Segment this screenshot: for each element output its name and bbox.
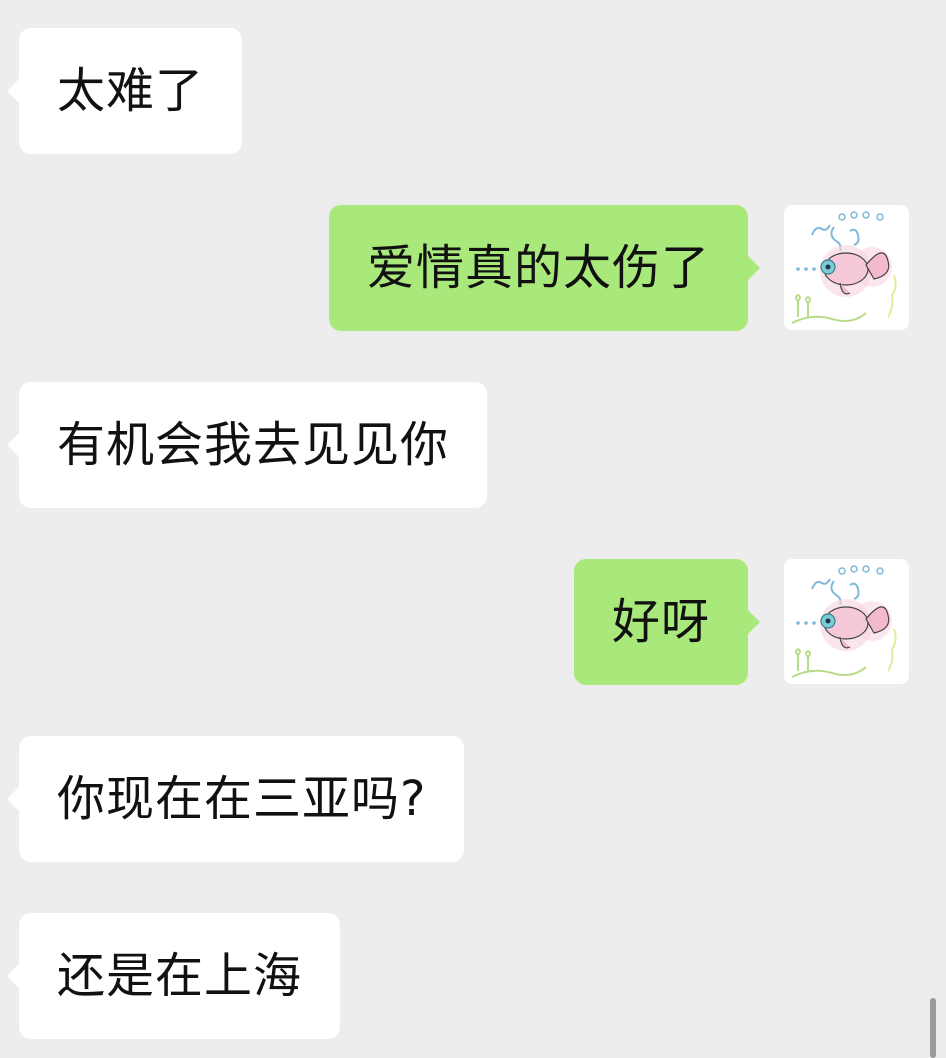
- incoming-bubble[interactable]: 太难了: [7, 28, 243, 154]
- message-text: 爱情真的太伤了: [366, 240, 710, 296]
- incoming-message: 太难了: [0, 28, 946, 154]
- bubble-tail: [7, 786, 20, 812]
- incoming-bubble[interactable]: 还是在上海: [7, 913, 341, 1039]
- message-text: 你现在在三亚吗?: [57, 771, 427, 827]
- message-text: 好呀: [611, 594, 710, 650]
- bubble-tail: [747, 255, 760, 281]
- goldfish-icon: [791, 211, 897, 324]
- scrollbar[interactable]: [930, 998, 936, 1058]
- chat-message-list: 太难了 爱情真的太伤了 有机会我去见见你 好呀 你现在在三亚吗? 还是在上海: [0, 0, 946, 1058]
- outgoing-bubble[interactable]: 好呀: [573, 559, 760, 685]
- incoming-bubble[interactable]: 有机会我去见见你: [7, 382, 488, 508]
- message-text: 有机会我去见见你: [57, 417, 450, 473]
- goldfish-icon: [791, 565, 897, 678]
- incoming-message: 有机会我去见见你: [0, 382, 946, 508]
- bubble-tail: [7, 432, 20, 458]
- message-text: 还是在上海: [57, 948, 303, 1004]
- message-text: 太难了: [57, 63, 205, 119]
- incoming-message: 还是在上海: [0, 913, 946, 1039]
- outgoing-message: 好呀: [0, 559, 946, 685]
- bubble-tail: [747, 609, 760, 635]
- goldfish-avatar[interactable]: [784, 559, 909, 684]
- bubble-tail: [7, 963, 20, 989]
- bubble-tail: [7, 78, 20, 104]
- incoming-bubble[interactable]: 你现在在三亚吗?: [7, 736, 465, 862]
- outgoing-bubble[interactable]: 爱情真的太伤了: [328, 205, 760, 331]
- outgoing-message: 爱情真的太伤了: [0, 205, 946, 331]
- goldfish-avatar[interactable]: [784, 205, 909, 330]
- incoming-message: 你现在在三亚吗?: [0, 736, 946, 862]
